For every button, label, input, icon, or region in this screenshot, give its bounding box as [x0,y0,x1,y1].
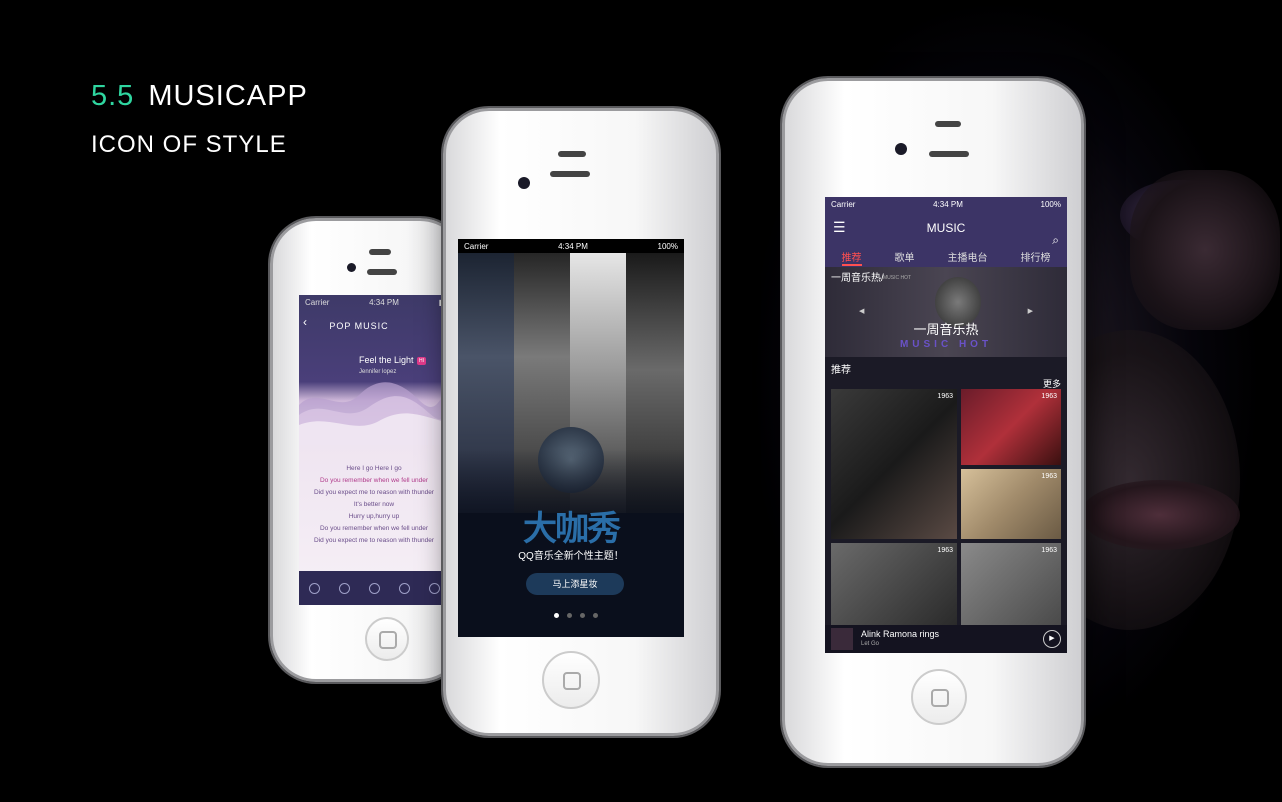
album-tile[interactable]: 1963 [961,543,1061,625]
now-playing-title: Alink Ramona rings [861,629,940,639]
page-dot[interactable] [554,613,559,618]
earpiece [929,151,969,157]
earpiece-top [558,151,586,157]
banner-left-title: 一周音乐热/ [831,273,884,284]
headline: 5.5 MUSICAPP [91,80,308,113]
page-dot[interactable] [580,613,585,618]
theme-logo: 大咖秀 [523,510,621,548]
earpiece [367,269,397,275]
earpiece [550,171,590,177]
shuffle-icon[interactable] [308,582,320,594]
app-title: MUSIC [926,221,966,235]
carrier-label: Carrier [305,297,330,307]
status-bar: Carrier 4:34 PM ▮ [299,295,449,309]
year-label: 1963 [1041,473,1057,480]
player-controls [299,571,449,605]
year-label: 1963 [937,393,953,400]
album-tile[interactable]: 1963 [831,389,957,539]
next-icon[interactable] [398,582,410,594]
lyric-line: Did you expect me to reason with thunder [314,537,434,544]
time-label: 4:34 PM [558,241,588,251]
banner-title: 一周音乐热 [913,322,979,337]
arrow-right-icon[interactable]: ▶ [1028,307,1033,315]
tab-recommend[interactable]: 推荐 [841,249,862,266]
theme-tagline: QQ音乐全新个性主题！ [518,551,624,562]
album-tile[interactable]: 1963 [961,469,1061,539]
right-screen: Carrier 4:34 PM 100% ☰ MUSIC ⌕ 推荐 歌单 主播电… [825,197,1067,653]
page-indicator [554,613,598,618]
now-playing-subtitle: Let Go [861,641,880,647]
earpiece-top [369,249,391,255]
phone-left: Carrier 4:34 PM ▮ ‹ POP MUSIC Feel the L… [270,218,466,682]
now-playing-cover [831,628,853,650]
banner-small-label: MUSIC HOT [883,275,912,281]
tab-bar: 推荐 歌单 主播电台 排行榜 [825,249,1067,266]
version-number: 5.5 [91,80,135,112]
background-lips [1080,480,1240,550]
lyric-line: Did you expect me to reason with thunder [314,489,434,496]
app-name: MUSICAPP [148,80,308,112]
album-tile[interactable]: 1963 [961,389,1061,465]
audio-waveform [299,382,449,445]
status-bar: Carrier 4:34 PM 100% [458,239,684,253]
carrier-label: Carrier [464,241,489,251]
player-title: POP MUSIC [329,321,389,331]
play-icon[interactable] [368,582,380,594]
status-bar: Carrier 4:34 PM 100% [825,197,1067,211]
left-screen: Carrier 4:34 PM ▮ ‹ POP MUSIC Feel the L… [299,295,449,605]
home-button[interactable] [911,669,967,725]
tab-radio[interactable]: 主播电台 [948,249,988,266]
search-icon[interactable]: ⌕ [1052,233,1059,248]
phone-right: Carrier 4:34 PM 100% ☰ MUSIC ⌕ 推荐 歌单 主播电… [782,78,1084,766]
battery-label: 100% [657,241,678,251]
home-button[interactable] [542,651,600,709]
lyric-line: Hurry up,hurry up [348,513,400,520]
year-label: 1963 [1041,547,1057,554]
front-camera [347,263,356,272]
battery-label: 100% [1040,199,1061,209]
now-playing-bar[interactable]: Alink Ramona rings Let Go ▶ [825,625,1067,653]
app-header: Carrier 4:34 PM 100% ☰ MUSIC ⌕ 推荐 歌单 主播电… [825,197,1067,273]
lyric-line: Do you remember when we fell under [319,525,429,532]
lyric-line: Here I go Here I go [346,465,402,472]
tab-charts[interactable]: 排行榜 [1021,249,1051,266]
page-dot[interactable] [567,613,572,618]
page-dot[interactable] [593,613,598,618]
year-label: 1963 [1041,393,1057,400]
lyric-line-active: Do you remember when we fell under [319,477,429,484]
headline-subtitle: ICON OF STYLE [91,131,287,158]
lyric-line: It's better now [353,501,395,508]
front-camera [518,177,530,189]
song-title: Feel the Light [359,355,414,365]
time-label: 4:34 PM [369,297,399,307]
repeat-icon[interactable] [428,582,440,594]
middle-screen: Carrier 4:34 PM 100% 大咖秀 QQ音乐全新个性主题！ 马上添… [458,239,684,637]
carrier-label: Carrier [831,199,856,209]
background-hand [1130,170,1280,330]
hero-banner[interactable]: 一周音乐热/ MUSIC HOT 一周音乐热 MUSIC HOT ◀ ▶ [825,267,1067,357]
quality-badge: HI [417,357,426,365]
apply-theme-button[interactable]: 马上添星妆 [526,573,624,595]
home-button[interactable] [365,617,409,661]
play-icon[interactable]: ▶ [1043,630,1061,648]
earpiece-top [935,121,961,127]
time-label: 4:34 PM [933,199,963,209]
arrow-left-icon[interactable]: ◀ [859,307,864,315]
phone-middle: Carrier 4:34 PM 100% 大咖秀 QQ音乐全新个性主题！ 马上添… [443,108,719,736]
previous-icon[interactable] [338,582,350,594]
year-label: 1963 [937,547,953,554]
front-camera [895,143,907,155]
section-title: 推荐 [831,365,851,376]
album-tile[interactable]: 1963 [831,543,957,625]
tab-playlist[interactable]: 歌单 [895,249,915,266]
banner-subtitle: MUSIC HOT [899,339,993,350]
